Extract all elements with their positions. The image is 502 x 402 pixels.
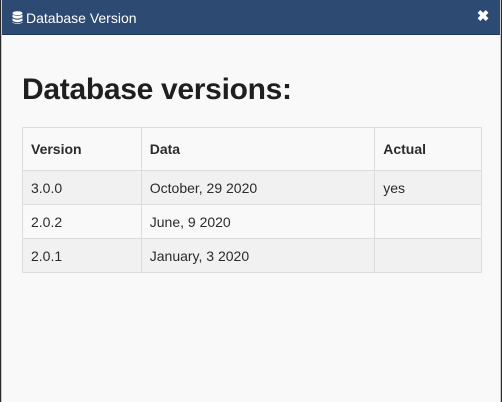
column-header-actual: Actual [374, 127, 482, 171]
cell-version: 2.0.1 [22, 238, 142, 273]
database-icon [12, 11, 23, 24]
cell-actual: yes [374, 170, 482, 205]
cell-version: 3.0.0 [22, 170, 142, 205]
cell-actual [374, 204, 482, 239]
cell-data: October, 29 2020 [140, 170, 376, 205]
close-icon[interactable]: ✖ [476, 9, 490, 25]
dialog-title: Database Version [26, 10, 137, 26]
cell-version: 2.0.2 [22, 204, 142, 239]
cell-data: June, 9 2020 [140, 204, 376, 239]
versions-table: Version Data Actual 3.0.0 October, 29 20… [22, 127, 482, 273]
cell-actual [374, 238, 482, 273]
table-row: 2.0.1 January, 3 2020 [22, 238, 482, 273]
cell-data: January, 3 2020 [140, 238, 376, 273]
database-version-dialog: Database Version ✖ Database versions: Ve… [1, 0, 501, 402]
table-row: 2.0.2 June, 9 2020 [22, 204, 482, 239]
table-header-row: Version Data Actual [22, 127, 482, 171]
page-title: Database versions: [22, 73, 292, 106]
column-header-data: Data [140, 127, 376, 171]
column-header-version: Version [22, 127, 142, 171]
dialog-titlebar: Database Version ✖ [2, 0, 500, 35]
table-row: 3.0.0 October, 29 2020 yes [22, 170, 482, 205]
